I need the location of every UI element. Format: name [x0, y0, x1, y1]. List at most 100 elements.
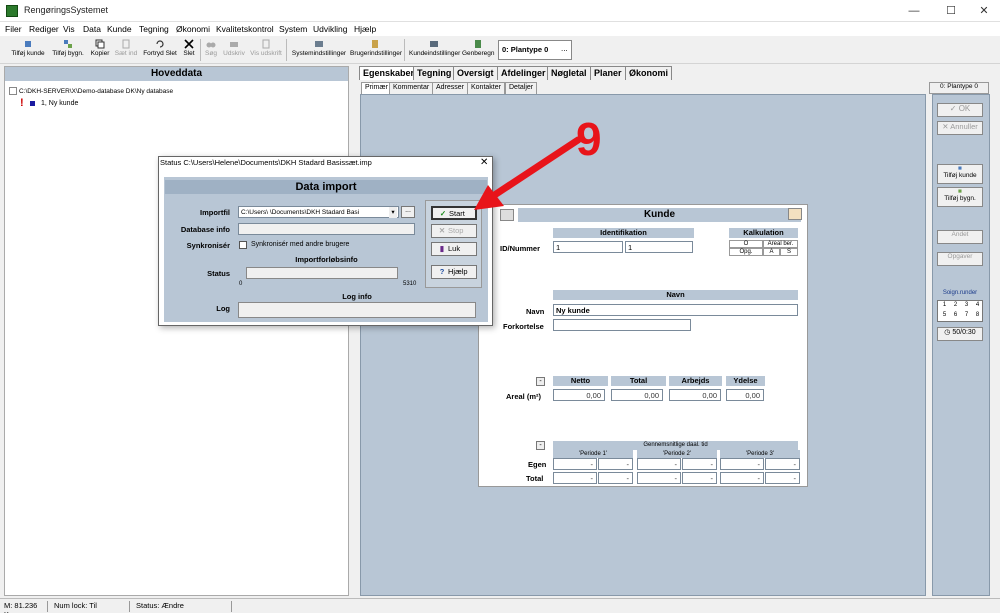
tab-okonomi[interactable]: Økonomi — [625, 66, 673, 80]
menu-system[interactable]: System — [279, 24, 307, 34]
menu-filer[interactable]: Filer — [5, 24, 22, 34]
hjaelp-button[interactable]: ? Hjælp — [431, 265, 477, 279]
tab-noegletal[interactable]: Nøgletal — [547, 66, 591, 80]
soign-6[interactable]: 6 — [951, 312, 960, 318]
menu-tegning[interactable]: Tegning — [139, 24, 169, 34]
minimize-icon[interactable]: — — [906, 4, 922, 18]
areal-netto-field[interactable]: 0,00 — [553, 389, 605, 401]
kundeindstillinger-button[interactable]: Kundeindstillinger — [409, 38, 460, 62]
kunde-tools-icon[interactable] — [788, 208, 802, 220]
menu-kvalitetskontrol[interactable]: Kvalitetskontrol — [216, 24, 274, 34]
tab-egenskaber[interactable]: Egenskaber — [359, 66, 419, 80]
menu-data[interactable]: Data — [83, 24, 101, 34]
annuller-button[interactable]: ✕ Annuller — [937, 121, 983, 135]
andet-button[interactable]: Andet — [937, 230, 983, 244]
brugerindstillinger-button[interactable]: Brugerindstillinger — [350, 38, 402, 62]
maximize-icon[interactable]: ☐ — [943, 4, 959, 18]
id-field-1[interactable]: 1 — [553, 241, 623, 253]
tab-oversigt[interactable]: Oversigt — [453, 66, 498, 80]
gennemsnit-header: Gennemsnitlige daal. tid — [553, 441, 798, 450]
soign-grid: 1 2 3 4 5 6 7 8 — [937, 300, 983, 322]
navn-field[interactable]: Ny kunde — [553, 304, 798, 316]
soign-2[interactable]: 2 — [951, 302, 960, 308]
tree-root[interactable]: C:\DKH-SERVER\X\Demo-database DK\Ny data… — [19, 88, 173, 95]
subtab-kontakter[interactable]: Kontakter — [467, 82, 505, 94]
synkroniser-checkbox[interactable] — [239, 241, 247, 249]
help-icon: ? — [439, 267, 445, 276]
tilfoj-kunde-button[interactable]: Tilføj kunde — [10, 38, 46, 62]
luk-button[interactable]: ▮ Luk — [431, 242, 477, 256]
importfil-field[interactable]: C:\Users\ \Documents\DKH Stadard Basi ▾ — [238, 206, 399, 218]
plant-type-label: 0: Plantype 0 — [502, 45, 549, 54]
sog-button[interactable]: Søg — [203, 38, 219, 62]
tilfoj-bygn-button[interactable]: Tilføj bygn. — [50, 38, 86, 62]
tab-tegning[interactable]: Tegning — [413, 66, 456, 80]
plant-type-browse-button[interactable]: ... — [561, 44, 568, 53]
stop-button[interactable]: ✕ Stop — [431, 224, 477, 238]
tab-planer[interactable]: Planer — [590, 66, 626, 80]
dropdown-arrow-icon[interactable]: ▾ — [389, 207, 397, 218]
systemindstillinger-button[interactable]: Systemindstillinger — [291, 38, 347, 62]
udskriv-button[interactable]: Udskriv — [222, 38, 246, 62]
id-field-2[interactable]: 1 — [625, 241, 693, 253]
undo-icon — [156, 40, 164, 48]
right-tilfoj-kunde-button[interactable]: ■ Tilføj kunde — [937, 164, 983, 184]
menu-rediger[interactable]: Rediger — [29, 24, 59, 34]
soign-1[interactable]: 1 — [940, 302, 949, 308]
opgaver-button[interactable]: Opgaver — [937, 252, 983, 266]
kopier-button[interactable]: Kopier — [89, 38, 111, 62]
egen-p2b: - — [682, 458, 717, 470]
saet-ind-button[interactable]: Sæt ind — [113, 38, 139, 62]
user-settings-icon — [372, 40, 378, 48]
menu-kunde[interactable]: Kunde — [107, 24, 132, 34]
fortryd-slet-button[interactable]: Fortryd Slet — [142, 38, 178, 62]
total-header: Total — [611, 376, 666, 386]
forkortelse-label: Forkortelse — [503, 322, 544, 331]
rate-button[interactable]: ◷ 50/0:30 — [937, 327, 983, 341]
right-tilfoj-bygn-button[interactable]: ■ Tilføj bygn. — [937, 187, 983, 207]
toolbar-separator — [200, 39, 201, 61]
genberegn-button[interactable]: Genberegn — [462, 38, 495, 62]
subtab-primaer[interactable]: Primær — [361, 82, 392, 94]
soign-5[interactable]: 5 — [940, 312, 949, 318]
total-p3a: - — [720, 472, 764, 484]
subtab-detaljer[interactable]: Detaljer — [505, 82, 538, 94]
subtab-adresser[interactable]: Adresser — [432, 82, 469, 94]
menu-okonomi[interactable]: Økonomi — [176, 24, 210, 34]
egen-p2a: - — [637, 458, 681, 470]
app-icon — [6, 5, 18, 17]
close-icon[interactable]: ✕ — [976, 4, 992, 18]
soign-4[interactable]: 4 — [973, 302, 982, 308]
soign-7[interactable]: 7 — [962, 312, 971, 318]
tid-collapse-button[interactable]: - — [536, 441, 545, 450]
add-customer-icon: ■ — [958, 165, 962, 172]
soign-8[interactable]: 8 — [973, 312, 982, 318]
netto-header: Netto — [553, 376, 608, 386]
menu-vis[interactable]: Vis — [63, 24, 75, 34]
menu-udvikling[interactable]: Udvikling — [313, 24, 348, 34]
add-building-icon: ■ — [958, 188, 962, 195]
kalk-areal: Areal ber. — [763, 240, 798, 248]
database-info-label: Database info — [180, 225, 230, 234]
kalkulation-header: Kalkulation — [729, 228, 798, 238]
database-info-field — [238, 223, 415, 235]
areal-collapse-button[interactable]: - — [536, 377, 545, 386]
toolbar-separator — [404, 39, 405, 61]
id-nummer-label: ID/Nummer — [500, 244, 541, 253]
plant-type-tab[interactable]: 0: Plantype 0 — [929, 82, 989, 94]
subtab-kommentar[interactable]: Kommentar — [389, 82, 434, 94]
customer-settings-icon — [430, 41, 438, 47]
synkroniser-text: Synkronisér med andre brugere — [251, 241, 350, 248]
importfil-browse-button[interactable]: ... — [401, 206, 415, 218]
ok-button[interactable]: ✓ OK — [937, 103, 983, 117]
forkortelse-field[interactable] — [553, 319, 691, 331]
dialog-heading: Data import — [165, 180, 487, 194]
log-area[interactable] — [238, 302, 476, 318]
soign-3[interactable]: 3 — [962, 302, 971, 308]
tree-item-ny-kunde[interactable]: 1, Ny kunde — [41, 100, 78, 107]
tab-afdelinger[interactable]: Afdelinger — [497, 66, 550, 80]
vis-udskrift-button[interactable]: Vis udskrift — [249, 38, 283, 62]
slet-button[interactable]: Slet — [181, 38, 197, 62]
menu-hjaelp[interactable]: Hjælp — [354, 24, 376, 34]
status-mode: Status: Ændre — [132, 601, 232, 612]
